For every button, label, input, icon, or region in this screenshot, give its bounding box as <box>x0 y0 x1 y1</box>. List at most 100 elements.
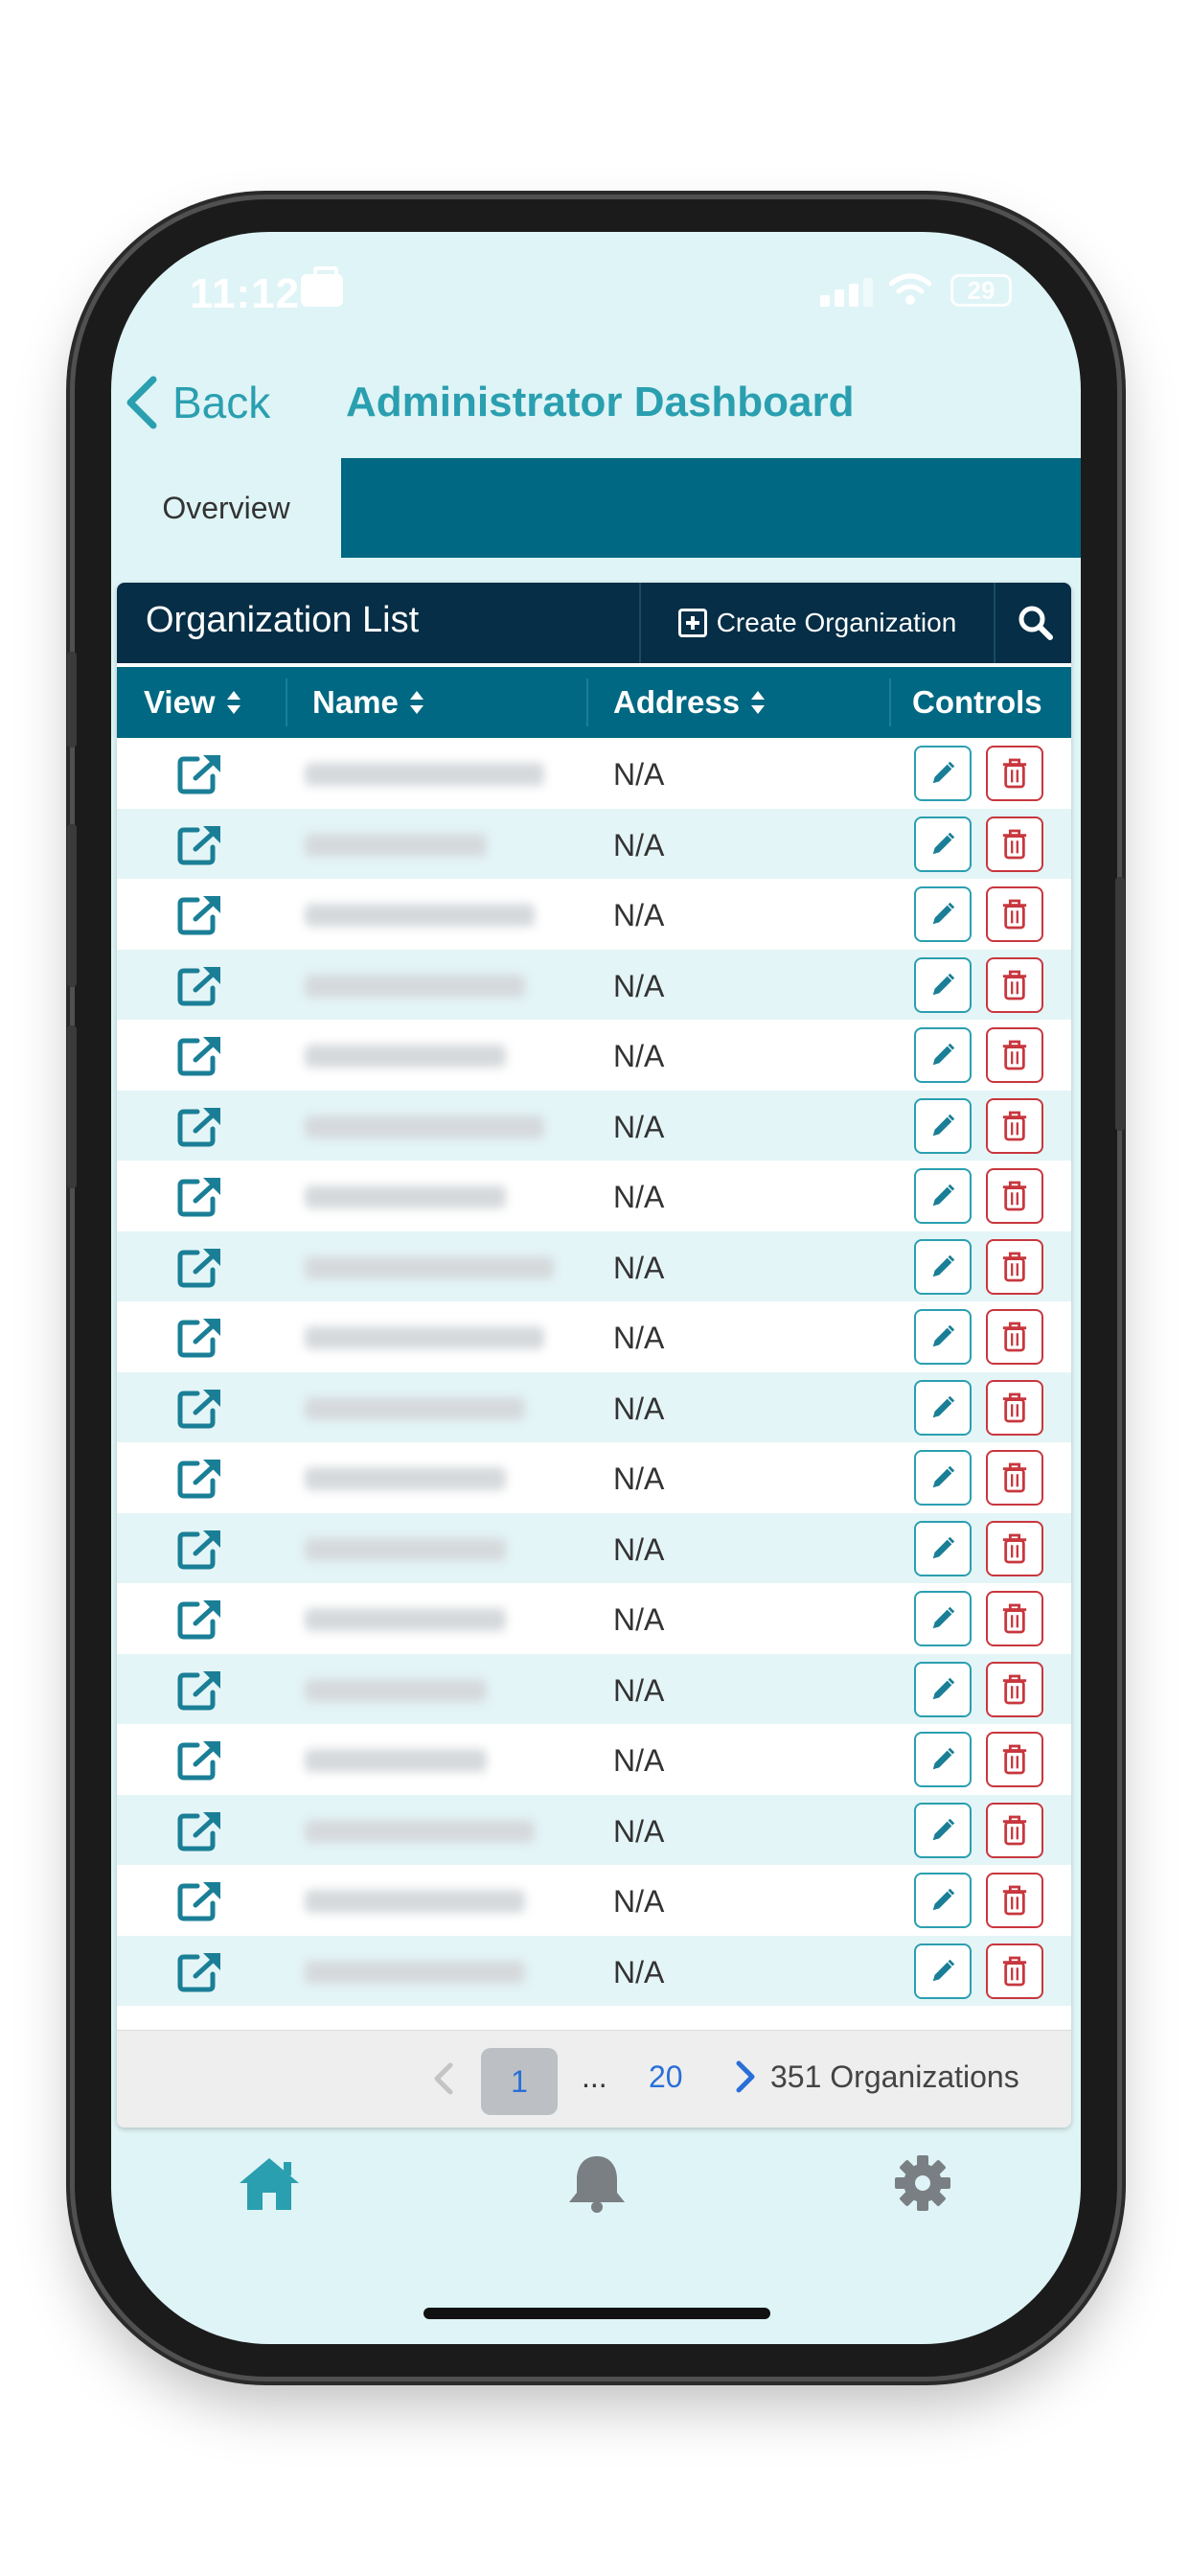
edit-button[interactable] <box>914 1097 972 1154</box>
chevron-left-icon[interactable] <box>433 2061 454 2096</box>
edit-button[interactable] <box>914 1802 972 1858</box>
external-link-icon[interactable] <box>176 751 224 795</box>
table-row: N/A <box>117 738 1071 809</box>
trash-icon <box>1002 1956 1027 1986</box>
table-row: N/A <box>117 1512 1071 1583</box>
delete-button[interactable] <box>986 1873 1043 1928</box>
tab-overview[interactable]: Overview <box>111 458 341 558</box>
edit-button[interactable] <box>914 1168 972 1224</box>
delete-button[interactable] <box>986 1238 1043 1295</box>
column-header-address[interactable]: Address <box>613 667 767 738</box>
edit-button[interactable] <box>914 886 972 942</box>
edit-button[interactable] <box>914 1027 972 1083</box>
edit-button[interactable] <box>914 1732 972 1787</box>
bell-icon[interactable] <box>563 2152 630 2214</box>
column-header-controls: Controls <box>912 684 1042 720</box>
column-header-view[interactable]: View <box>144 667 242 738</box>
column-header-name[interactable]: Name <box>312 667 425 738</box>
edit-button[interactable] <box>914 1450 972 1506</box>
battery-icon: 29 <box>950 274 1012 307</box>
back-label: Back <box>172 378 271 427</box>
delete-button[interactable] <box>986 746 1043 801</box>
create-organization-button[interactable]: Create Organization <box>639 583 994 663</box>
external-link-icon[interactable] <box>176 1737 224 1782</box>
delete-button[interactable] <box>986 816 1043 872</box>
gear-icon[interactable] <box>889 2152 956 2214</box>
external-link-icon[interactable] <box>176 1033 224 1077</box>
external-link-icon[interactable] <box>176 1245 224 1289</box>
edit-button[interactable] <box>914 1661 972 1717</box>
delete-button[interactable] <box>986 1168 1043 1224</box>
delete-button[interactable] <box>986 1520 1043 1576</box>
pencil-icon <box>932 1818 955 1840</box>
trash-icon <box>1002 1885 1027 1916</box>
delete-button[interactable] <box>986 1732 1043 1787</box>
redacted-name <box>305 1960 525 1984</box>
external-link-icon[interactable] <box>176 963 224 1007</box>
table-header: View Name Address Controls <box>117 667 1071 738</box>
external-link-icon[interactable] <box>176 1104 224 1148</box>
page-button-current[interactable]: 1 <box>481 2048 558 2115</box>
delete-button[interactable] <box>986 1943 1043 1999</box>
trash-icon <box>1002 1111 1027 1140</box>
delete-button[interactable] <box>986 1802 1043 1858</box>
external-link-icon[interactable] <box>176 1456 224 1500</box>
address-cell: N/A <box>613 1743 665 1778</box>
external-link-icon[interactable] <box>176 1808 224 1852</box>
back-button[interactable]: Back <box>125 376 270 429</box>
address-cell: N/A <box>613 1250 665 1285</box>
delete-button[interactable] <box>986 1027 1043 1083</box>
external-link-icon[interactable] <box>176 892 224 936</box>
edit-button[interactable] <box>914 1309 972 1365</box>
trash-icon <box>1002 758 1027 789</box>
briefcase-icon <box>301 266 343 307</box>
redacted-name <box>305 1608 506 1631</box>
external-link-icon[interactable] <box>176 1386 224 1430</box>
page-button-last[interactable]: 20 <box>649 2059 683 2095</box>
redacted-name <box>305 1537 506 1561</box>
edit-button[interactable] <box>914 1238 972 1295</box>
pencil-icon <box>932 1888 955 1911</box>
column-divider <box>586 678 588 726</box>
external-link-icon[interactable] <box>176 1315 224 1359</box>
delete-button[interactable] <box>986 1450 1043 1506</box>
chevron-right-icon[interactable] <box>735 2059 756 2094</box>
address-cell: N/A <box>613 1321 665 1355</box>
external-link-icon[interactable] <box>176 1668 224 1712</box>
edit-button[interactable] <box>914 746 972 801</box>
redacted-name <box>305 1115 544 1138</box>
edit-button[interactable] <box>914 956 972 1013</box>
trash-icon <box>1002 1603 1027 1634</box>
delete-button[interactable] <box>986 1591 1043 1646</box>
pencil-icon <box>932 1324 955 1347</box>
external-link-icon[interactable] <box>176 1949 224 1993</box>
volume-up-button <box>67 824 77 987</box>
edit-button[interactable] <box>914 1591 972 1646</box>
edit-button[interactable] <box>914 1379 972 1436</box>
delete-button[interactable] <box>986 886 1043 942</box>
edit-button[interactable] <box>914 1520 972 1576</box>
delete-button[interactable] <box>986 1661 1043 1717</box>
delete-button[interactable] <box>986 1309 1043 1365</box>
trash-icon <box>1002 1533 1027 1563</box>
external-link-icon[interactable] <box>176 1527 224 1571</box>
trash-icon <box>1002 1674 1027 1704</box>
external-link-icon[interactable] <box>176 822 224 866</box>
home-icon[interactable] <box>236 2152 303 2214</box>
delete-button[interactable] <box>986 1097 1043 1154</box>
table-body: N/A N/A N/A N/A N/A N/A N/A N/A N/A N/A N/A N/A N/A N… <box>117 738 1071 2006</box>
edit-button[interactable] <box>914 1943 972 1999</box>
trash-icon <box>1002 1462 1027 1493</box>
external-link-icon[interactable] <box>176 1174 224 1218</box>
edit-button[interactable] <box>914 816 972 872</box>
signal-icon <box>820 278 874 307</box>
sort-icon <box>409 691 423 714</box>
delete-button[interactable] <box>986 956 1043 1013</box>
table-row: N/A <box>117 1583 1071 1654</box>
table-row: N/A <box>117 1371 1071 1442</box>
delete-button[interactable] <box>986 1379 1043 1436</box>
search-button[interactable] <box>994 583 1071 663</box>
external-link-icon[interactable] <box>176 1597 224 1641</box>
edit-button[interactable] <box>914 1873 972 1928</box>
external-link-icon[interactable] <box>176 1878 224 1922</box>
